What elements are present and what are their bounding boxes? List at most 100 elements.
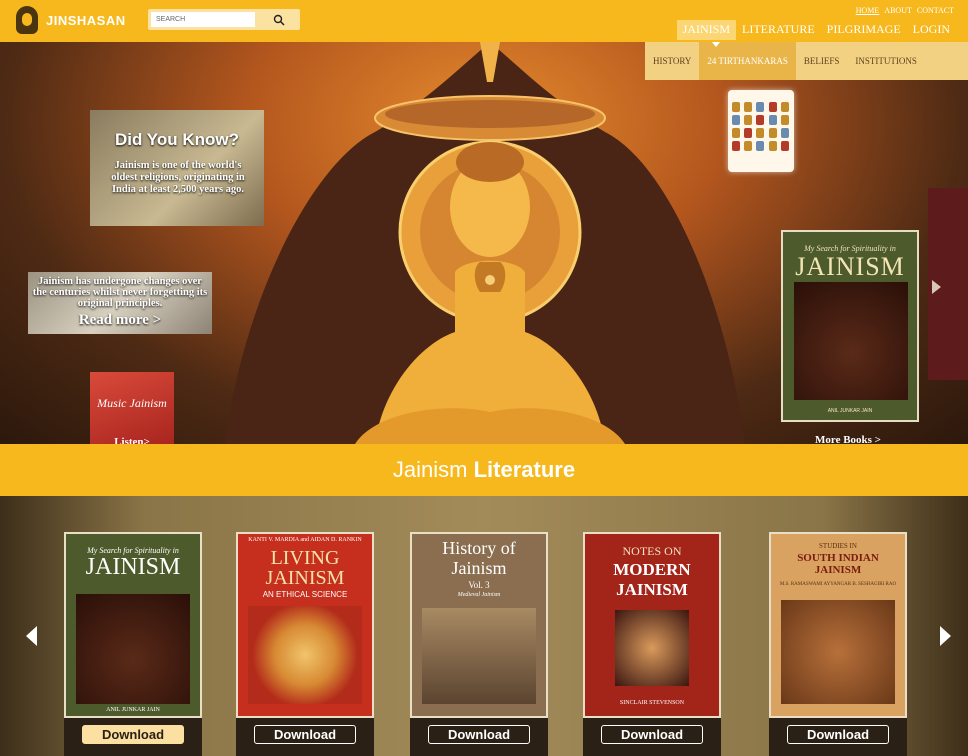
tirthankara-illustration bbox=[225, 42, 745, 444]
download-button[interactable]: Download bbox=[254, 725, 356, 744]
book-cover-art bbox=[781, 600, 895, 704]
book-cover-art bbox=[248, 606, 362, 704]
tirthankara-thumb bbox=[756, 115, 765, 125]
book-cover-top: KANTI V. MARDIA and AIDAN D. RANKIN bbox=[248, 537, 362, 543]
book-cover-art bbox=[76, 594, 190, 704]
download-bar: Download bbox=[64, 718, 202, 756]
book-card[interactable]: KANTI V. MARDIA and AIDAN D. RANKIN LIVI… bbox=[236, 532, 374, 756]
tirthankara-thumb bbox=[780, 128, 789, 138]
featured-book-cover[interactable]: My Search for Spirituality in JAINISM AN… bbox=[781, 230, 919, 422]
search-input[interactable] bbox=[151, 12, 255, 27]
subnav-beliefs[interactable]: BELIEFS bbox=[796, 42, 848, 80]
literature-title: Jainism Literature bbox=[393, 457, 575, 483]
literature-title-bold: Literature bbox=[473, 457, 576, 482]
did-you-know-card[interactable]: Did You Know? Jainism is one of the worl… bbox=[90, 110, 264, 226]
read-more-link[interactable]: Read more > bbox=[28, 312, 212, 329]
carousel-next-icon[interactable] bbox=[932, 280, 941, 294]
download-button[interactable]: Download bbox=[82, 725, 184, 744]
tirthankara-thumb bbox=[732, 102, 740, 112]
download-button[interactable]: Download bbox=[428, 725, 530, 744]
book-cover-subtitle: Medieval Jainism bbox=[457, 592, 501, 598]
download-bar: Download bbox=[410, 718, 548, 756]
book-card[interactable]: History of Jainism Vol. 3 Medieval Jaini… bbox=[410, 532, 548, 756]
utility-links: HOME ABOUT CONTACT bbox=[856, 6, 954, 15]
search-icon bbox=[273, 14, 285, 26]
search-box bbox=[148, 9, 300, 30]
book-cover-top: History of Jainism bbox=[442, 538, 516, 578]
featured-book-image bbox=[794, 282, 908, 400]
subnav-tirthankaras[interactable]: 24 TIRTHANKARAS bbox=[699, 42, 796, 80]
book-cover-title: Vol. 3 bbox=[468, 580, 490, 590]
book-cover-subtitle: M.S. RAMASWAMI AYYANGAR B. SESHAGIRI RAO bbox=[779, 582, 897, 587]
site-logo[interactable]: JINSHASAN bbox=[16, 6, 126, 34]
top-bar: JINSHASAN HOME ABOUT CONTACT JAINISM LIT… bbox=[0, 0, 968, 42]
history-card[interactable]: Jainism has undergone changes over the c… bbox=[28, 272, 212, 334]
download-button[interactable]: Download bbox=[601, 725, 703, 744]
book-card[interactable]: NOTES ON MODERN JAINISM SINCLAIR STEVENS… bbox=[583, 532, 721, 756]
nav-jainism[interactable]: JAINISM bbox=[676, 20, 737, 40]
tirthankara-thumb bbox=[744, 115, 753, 125]
music-card[interactable]: Music Jainism Listen> bbox=[90, 372, 174, 444]
tirthankara-thumb bbox=[756, 128, 765, 138]
tirthankara-thumb bbox=[768, 141, 777, 151]
main-nav: JAINISM LITERATURE PILGRIMAGE LOGIN bbox=[676, 20, 956, 40]
carousel-prev-icon[interactable] bbox=[26, 626, 37, 646]
hero-banner: Did You Know? Jainism is one of the worl… bbox=[0, 42, 968, 444]
book-cover-author: ANIL JUNKAR JAIN bbox=[106, 707, 160, 713]
tirthankara-thumb bbox=[780, 102, 789, 112]
tirthankara-thumb bbox=[744, 141, 753, 151]
download-bar: Download bbox=[583, 718, 721, 756]
download-bar: Download bbox=[236, 718, 374, 756]
book-cover[interactable]: NOTES ON MODERN JAINISM SINCLAIR STEVENS… bbox=[583, 532, 721, 718]
nav-pilgrimage[interactable]: PILGRIMAGE bbox=[821, 20, 907, 40]
tirthankaras-preview-card[interactable] bbox=[728, 90, 794, 172]
book-card[interactable]: STUDIES IN SOUTH INDIAN JAINISM M.S. RAM… bbox=[769, 532, 907, 756]
subnav-institutions[interactable]: INSTITUTIONS bbox=[847, 42, 925, 80]
subnav-history[interactable]: HISTORY bbox=[645, 42, 699, 80]
tirthankara-thumb bbox=[732, 141, 740, 151]
tirthankara-thumb bbox=[756, 102, 765, 112]
search-button[interactable] bbox=[260, 11, 298, 28]
download-bar: Download bbox=[769, 718, 907, 756]
literature-title-light: Jainism bbox=[392, 457, 468, 482]
book-cover-art bbox=[422, 608, 536, 704]
nav-login[interactable]: LOGIN bbox=[907, 20, 956, 40]
music-card-title: Music Jainism bbox=[97, 396, 167, 410]
logo-text: JINSHASAN bbox=[46, 12, 126, 28]
book-card[interactable]: My Search for Spirituality in JAINISM AN… bbox=[64, 532, 202, 756]
book-cover-title: MODERN JAINISM bbox=[613, 560, 691, 599]
book-cover[interactable]: My Search for Spirituality in JAINISM AN… bbox=[64, 532, 202, 718]
more-books-link[interactable]: More Books > bbox=[815, 434, 881, 444]
book-cover-top: STUDIES IN bbox=[819, 542, 857, 550]
home-link[interactable]: HOME bbox=[856, 6, 880, 15]
tirthankara-thumb bbox=[756, 141, 765, 151]
listen-link[interactable]: Listen> bbox=[90, 436, 174, 444]
tirthankara-thumb bbox=[744, 128, 753, 138]
book-cover[interactable]: STUDIES IN SOUTH INDIAN JAINISM M.S. RAM… bbox=[769, 532, 907, 718]
history-card-text: Jainism has undergone changes over the c… bbox=[32, 276, 208, 309]
tirthankara-thumb bbox=[732, 128, 740, 138]
tirthankara-thumb bbox=[780, 141, 789, 151]
featured-book-author: ANIL JUNKAR JAIN bbox=[827, 408, 873, 414]
tirthankaras-grid bbox=[732, 102, 790, 151]
nav-literature[interactable]: LITERATURE bbox=[736, 20, 821, 40]
tirthankara-thumb bbox=[768, 128, 777, 138]
download-button[interactable]: Download bbox=[787, 725, 889, 744]
book-cover[interactable]: History of Jainism Vol. 3 Medieval Jaini… bbox=[410, 532, 548, 718]
book-cover[interactable]: KANTI V. MARDIA and AIDAN D. RANKIN LIVI… bbox=[236, 532, 374, 718]
book-cover-top: NOTES ON bbox=[622, 544, 682, 558]
tirthankara-thumb bbox=[768, 115, 777, 125]
did-you-know-text: Jainism is one of the world's oldest rel… bbox=[111, 160, 245, 195]
did-you-know-title: Did You Know? bbox=[114, 130, 240, 149]
sub-nav: HISTORY 24 TIRTHANKARAS BELIEFS INSTITUT… bbox=[645, 42, 968, 80]
book-cover-subtitle: AN ETHICAL SCIENCE bbox=[262, 590, 348, 599]
book-cover-title: SOUTH INDIAN JAINISM bbox=[797, 552, 879, 576]
about-link[interactable]: ABOUT bbox=[884, 6, 912, 15]
featured-book-title: JAINISM bbox=[795, 252, 905, 281]
contact-link[interactable]: CONTACT bbox=[917, 6, 954, 15]
carousel-next-icon[interactable] bbox=[940, 626, 951, 646]
books-carousel: My Search for Spirituality in JAINISM AN… bbox=[0, 496, 968, 756]
caret-down-icon bbox=[712, 42, 720, 47]
literature-band: Jainism Literature bbox=[0, 444, 968, 496]
jinshasan-logo-icon bbox=[16, 6, 38, 34]
